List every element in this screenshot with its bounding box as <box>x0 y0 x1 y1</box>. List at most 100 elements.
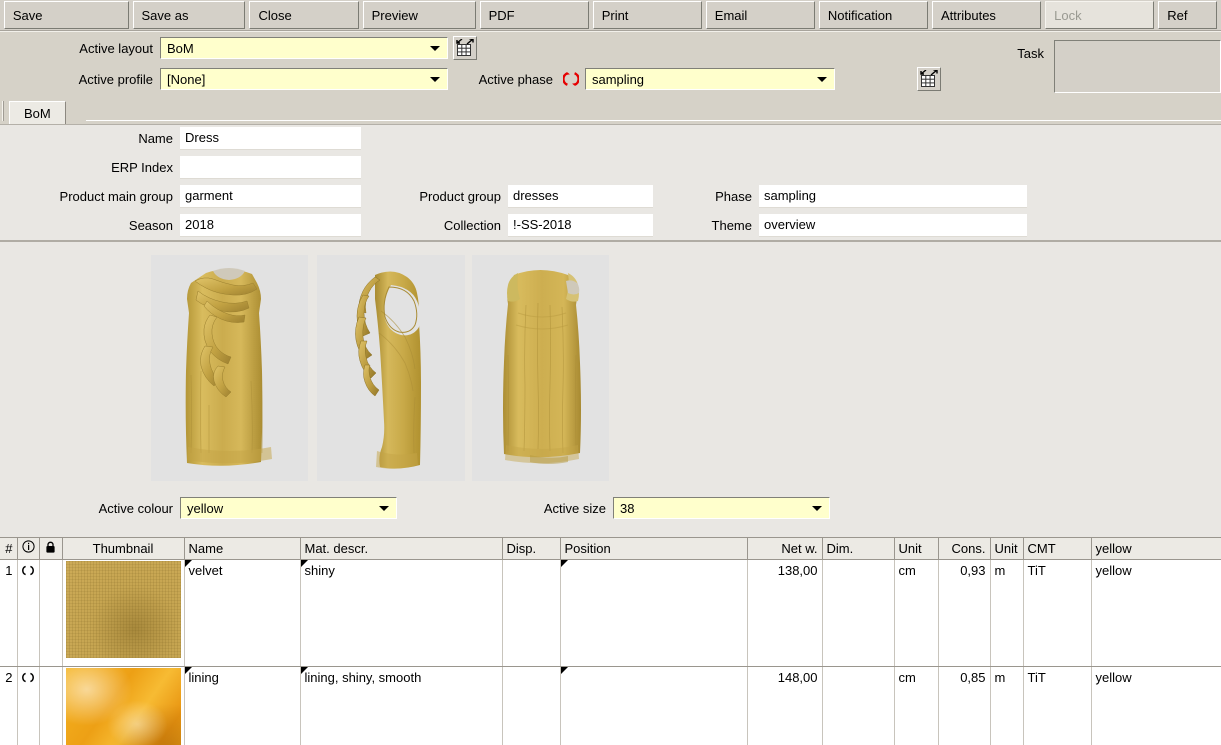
lock-icon <box>46 541 55 553</box>
save-as-button[interactable]: Save as <box>132 1 246 29</box>
col-header-lock[interactable] <box>39 538 63 560</box>
layout-grid-export-button[interactable] <box>453 36 477 60</box>
save-button[interactable]: Save <box>3 1 129 29</box>
notification-button-label: Notification <box>827 7 893 23</box>
dress-side-render <box>317 255 465 481</box>
dress-back-view[interactable] <box>472 255 609 481</box>
notification-button[interactable]: Notification <box>818 1 929 29</box>
col-header-mat-descr[interactable]: Mat. descr. <box>300 538 503 560</box>
cell-unit-1[interactable]: cm <box>894 559 939 667</box>
task-field[interactable] <box>1054 40 1221 93</box>
col-header-colour[interactable]: yellow <box>1091 538 1221 560</box>
preview-button[interactable]: Preview <box>362 1 476 29</box>
field-theme-input[interactable]: overview <box>759 213 1027 237</box>
save-as-button-label: Save as <box>141 7 189 23</box>
field-theme-label: Theme <box>711 217 752 233</box>
cell-net-weight[interactable]: 138,00 <box>747 559 823 667</box>
cell-dim[interactable] <box>822 666 895 745</box>
active-size-value: 38 <box>620 500 635 516</box>
dress-front-view[interactable] <box>151 255 308 481</box>
info-icon <box>21 540 35 553</box>
tab-strip: BoM <box>0 99 1221 124</box>
close-button[interactable]: Close <box>249 1 359 29</box>
active-phase-select[interactable]: sampling <box>585 68 835 90</box>
cell-name[interactable]: velvet <box>184 559 301 667</box>
active-size-select[interactable]: 38 <box>613 497 830 519</box>
attributes-button[interactable]: Attributes <box>932 1 1042 29</box>
col-header-info[interactable] <box>17 538 40 560</box>
field-collection-label: Collection <box>443 217 501 233</box>
table-row[interactable]: 1 velvet shiny 138,00 cm 0,93 m TiT yell… <box>0 559 1221 667</box>
cell-thumbnail[interactable] <box>62 666 185 745</box>
cell-cons[interactable]: 0,93 <box>938 559 991 667</box>
ref-button[interactable]: Ref <box>1158 1 1217 29</box>
pdf-button[interactable]: PDF <box>479 1 589 29</box>
task-label: Task <box>1017 46 1044 61</box>
cell-unit-1[interactable]: cm <box>894 666 939 745</box>
grid-export-icon <box>920 70 938 87</box>
col-header-net-weight[interactable]: Net w. <box>747 538 823 560</box>
field-collection-input[interactable]: !-SS-2018 <box>508 213 653 237</box>
colour-size-row: Active colour yellow Active size 38 <box>0 487 1221 537</box>
cell-unit-2[interactable]: m <box>990 559 1024 667</box>
active-layout-select[interactable]: BoM <box>160 37 448 59</box>
dress-side-view[interactable] <box>317 255 465 481</box>
table-row[interactable]: 2 lining lining, shiny, smooth 148,00 cm… <box>0 666 1221 745</box>
cell-unit-2[interactable]: m <box>990 666 1024 745</box>
email-button[interactable]: Email <box>705 1 815 29</box>
cell-position[interactable] <box>560 559 748 667</box>
cell-row-lock[interactable] <box>39 666 63 745</box>
cell-dim[interactable] <box>822 559 895 667</box>
cell-marker-icon <box>560 666 568 674</box>
layout-profile-panel: Active layout BoM Active profile [None] … <box>0 31 1221 98</box>
lock-button: Lock <box>1045 1 1155 29</box>
print-button[interactable]: Print <box>592 1 702 29</box>
col-header-thumbnail[interactable]: Thumbnail <box>62 538 185 560</box>
cell-mat-descr[interactable]: shiny <box>300 559 503 667</box>
attributes-button-label: Attributes <box>941 7 996 23</box>
cell-row-lock[interactable] <box>39 559 63 667</box>
cell-name[interactable]: lining <box>184 666 301 745</box>
active-colour-select[interactable]: yellow <box>180 497 397 519</box>
col-header-position[interactable]: Position <box>560 538 748 560</box>
col-header-disp[interactable]: Disp. <box>502 538 561 560</box>
ref-button-label: Ref <box>1167 7 1188 23</box>
cell-colour[interactable]: yellow <box>1091 666 1221 745</box>
cell-mat-descr[interactable]: lining, shiny, smooth <box>300 666 503 745</box>
cycle-icon <box>563 72 579 86</box>
field-erp-index-input[interactable] <box>180 155 361 179</box>
pdf-button-label: PDF <box>488 7 515 23</box>
phase-grid-export-button[interactable] <box>917 67 941 91</box>
cell-unit-1-text: cm <box>898 669 916 685</box>
active-layout-row: Active layout BoM <box>0 37 448 59</box>
field-phase-input[interactable]: sampling <box>759 184 1027 208</box>
chevron-down-icon <box>817 77 827 82</box>
cell-disp[interactable] <box>502 666 561 745</box>
cell-position[interactable] <box>560 666 748 745</box>
col-header-unit-1[interactable]: Unit <box>894 538 939 560</box>
field-name-input[interactable]: Dress <box>180 126 361 150</box>
cell-cons[interactable]: 0,85 <box>938 666 991 745</box>
cell-thumbnail[interactable] <box>62 559 185 667</box>
col-header-cons[interactable]: Cons. <box>938 538 991 560</box>
col-header-dim[interactable]: Dim. <box>822 538 895 560</box>
col-header-name[interactable]: Name <box>184 538 301 560</box>
active-profile-select[interactable]: [None] <box>160 68 448 90</box>
active-profile-label: Active profile <box>78 71 153 87</box>
field-product-group-label: Product group <box>419 188 501 204</box>
cell-disp[interactable] <box>502 559 561 667</box>
cell-cmt[interactable]: TiT <box>1023 666 1092 745</box>
col-header-cmt[interactable]: CMT <box>1023 538 1092 560</box>
tab-bom[interactable]: BoM <box>9 101 66 124</box>
cell-cmt[interactable]: TiT <box>1023 559 1092 667</box>
cell-colour-text: yellow <box>1095 562 1132 578</box>
cell-colour[interactable]: yellow <box>1091 559 1221 667</box>
cell-net-weight[interactable]: 148,00 <box>747 666 823 745</box>
field-product-group-input[interactable]: dresses <box>508 184 653 208</box>
col-header-unit-2[interactable]: Unit <box>990 538 1024 560</box>
col-header-number[interactable]: # <box>0 538 18 560</box>
cell-row-info[interactable] <box>17 559 40 667</box>
cell-row-info[interactable] <box>17 666 40 745</box>
lock-button-label: Lock <box>1054 7 1082 23</box>
chevron-down-icon <box>430 77 440 82</box>
